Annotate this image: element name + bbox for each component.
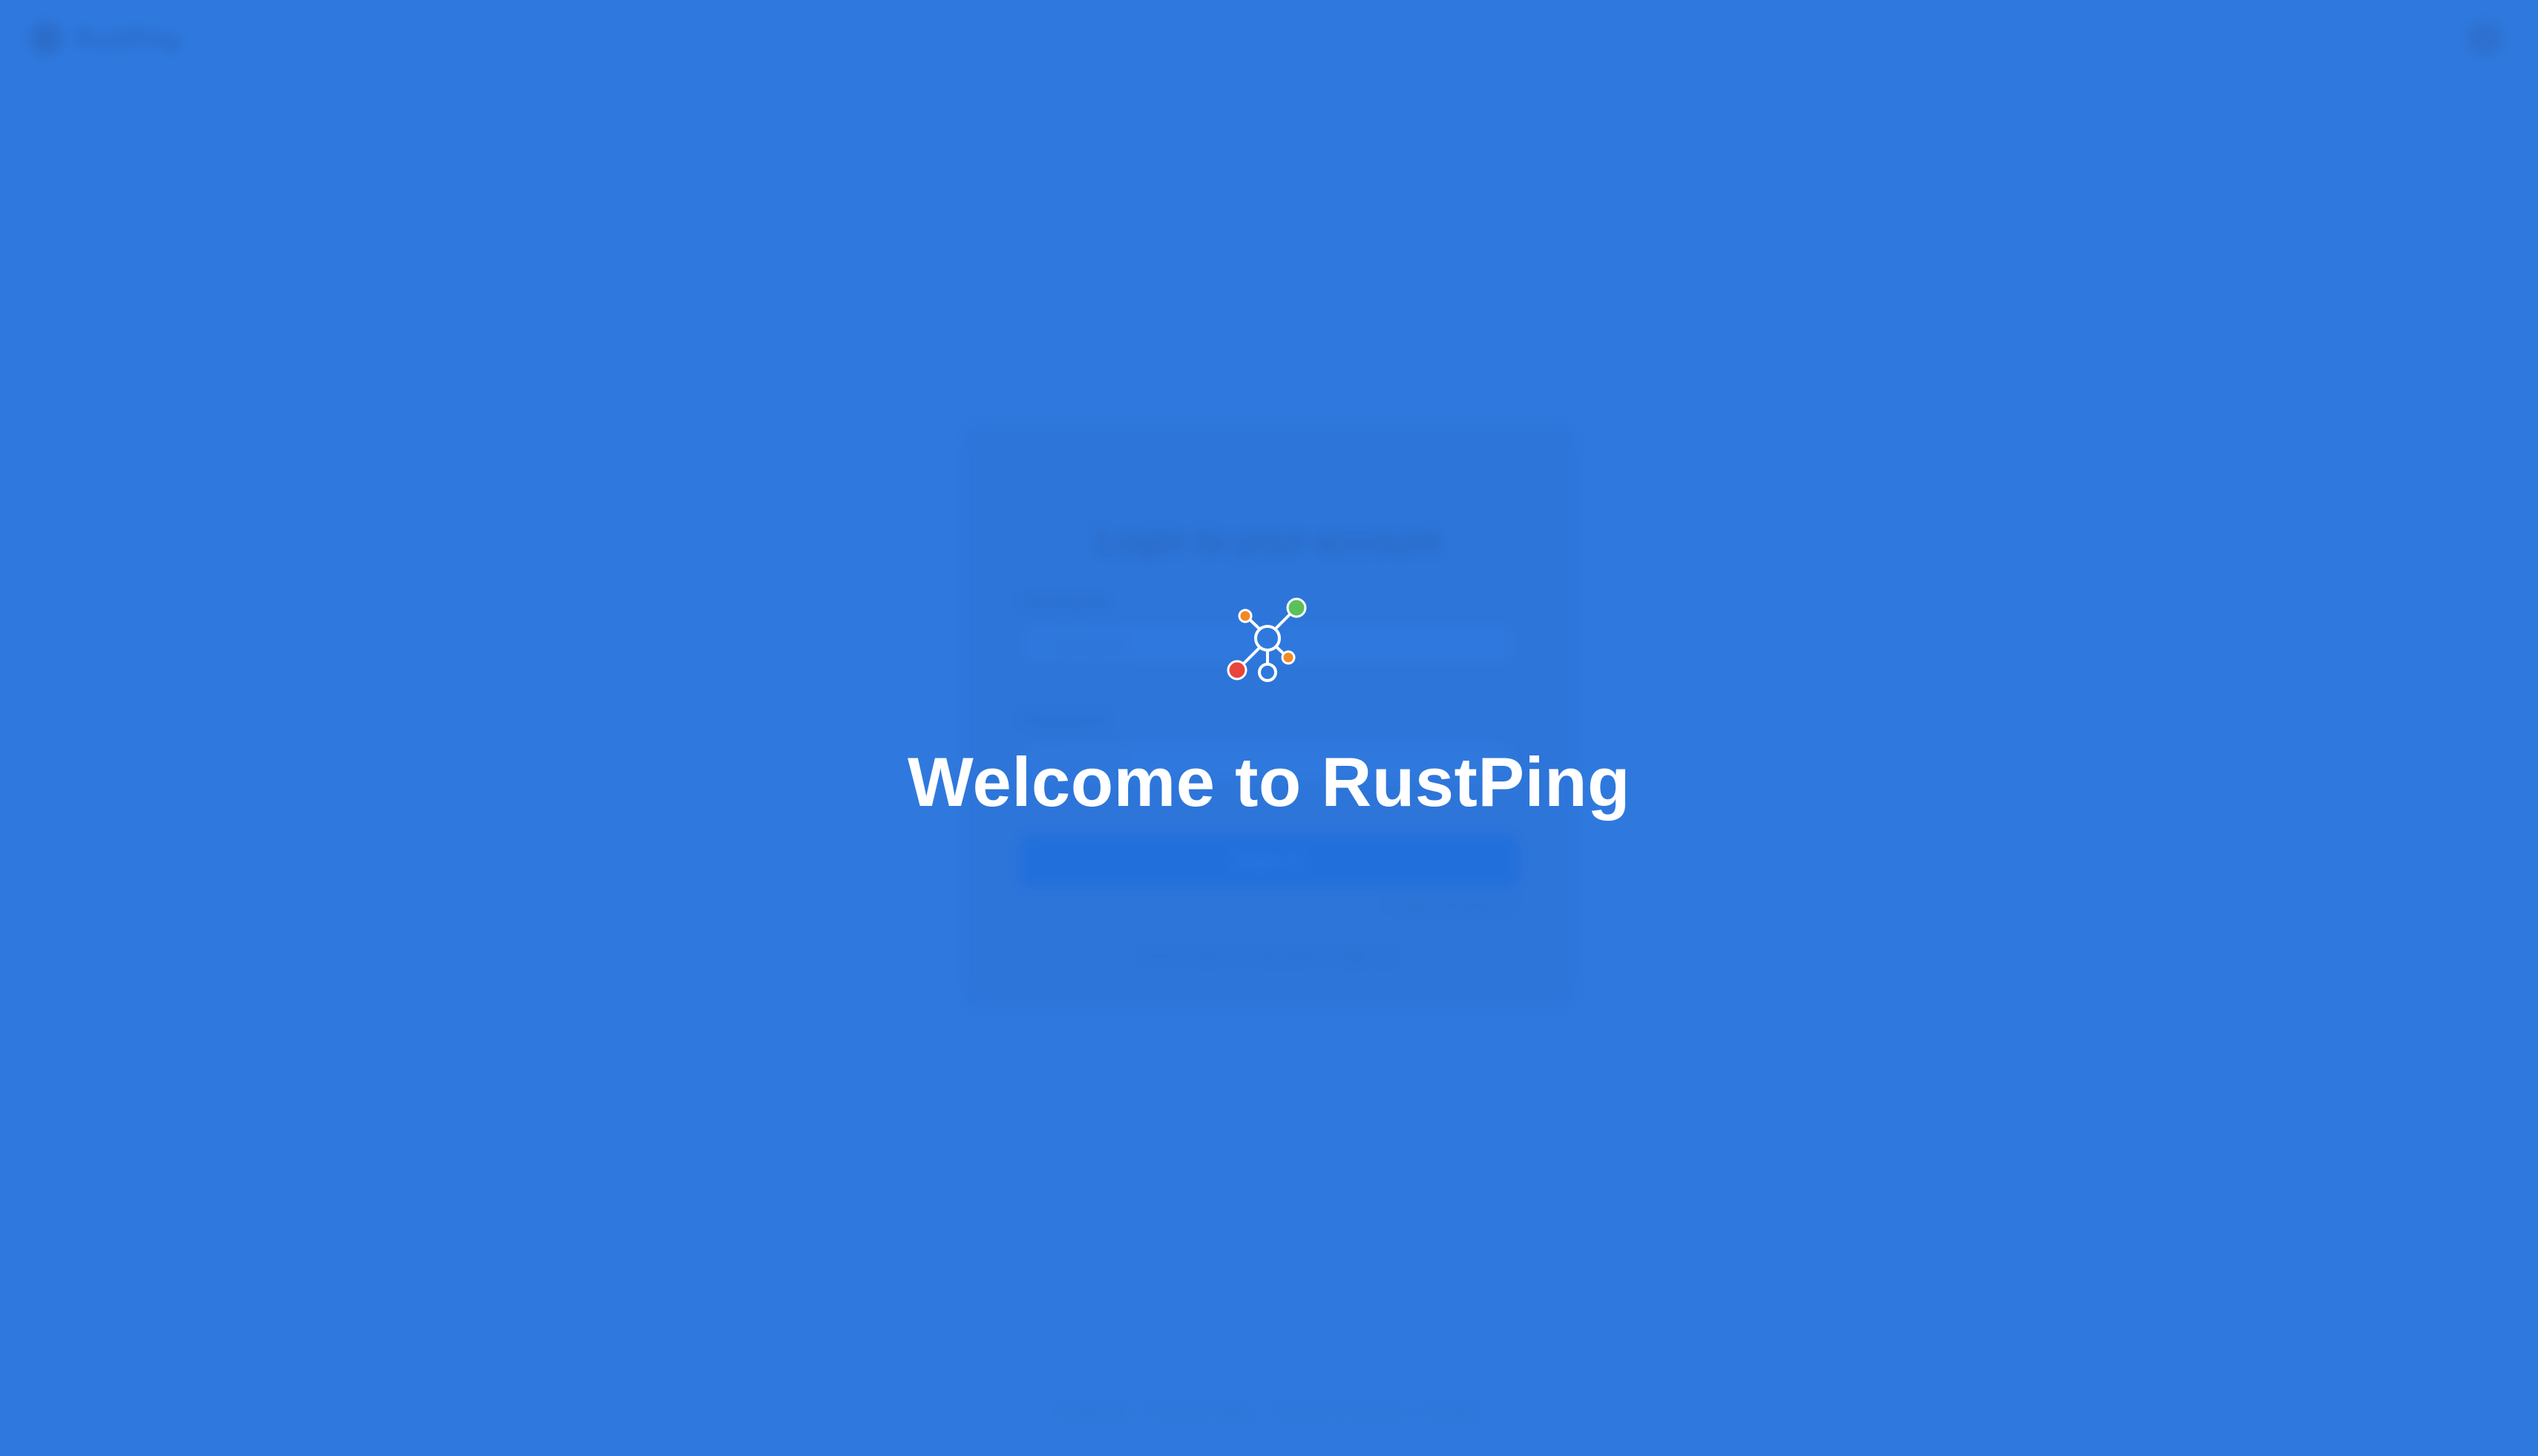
orange-node-top: [1238, 609, 1253, 623]
blue-node-bottom: [1258, 663, 1277, 682]
app-root: RustPing Login to your account Username …: [0, 0, 2538, 1456]
splash-screen: Welcome to RustPing: [0, 0, 2538, 1456]
green-node: [1286, 597, 1307, 618]
orange-node-bottom: [1281, 650, 1296, 665]
center-node: [1254, 625, 1281, 652]
welcome-title: Welcome to RustPing: [908, 743, 1630, 821]
network-nodes-icon: [1227, 597, 1307, 682]
red-node: [1227, 660, 1247, 681]
